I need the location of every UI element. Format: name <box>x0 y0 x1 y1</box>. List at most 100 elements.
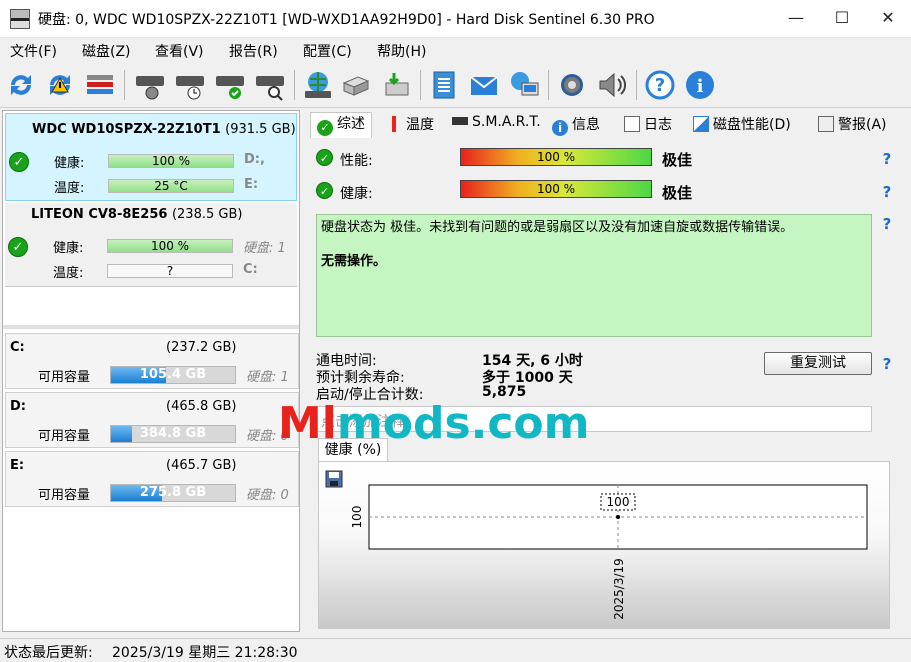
toolbar-separator <box>420 70 421 100</box>
ok-check-icon: ✓ <box>8 237 28 257</box>
tab-performance[interactable]: 磁盘性能(D) <box>693 114 791 136</box>
performance-bar: 100 % <box>460 148 652 166</box>
health-bar: 100 % <box>107 239 233 253</box>
menu-help[interactable]: 帮助(H) <box>377 41 426 61</box>
disk-search-icon[interactable] <box>254 69 286 101</box>
notepad-icon[interactable] <box>428 69 460 101</box>
disk-surface-icon[interactable] <box>134 69 166 101</box>
tab-log[interactable]: 日志 <box>624 114 672 136</box>
network-monitor-icon[interactable] <box>508 69 540 101</box>
partition-letter: C: <box>10 340 25 355</box>
partition-card[interactable]: D: (465.8 GB) 可用容量 384.8 GB 硬盘: 0 <box>5 392 299 448</box>
free-space-bar: 384.8 GB <box>110 425 236 443</box>
menu-config[interactable]: 配置(C) <box>303 41 352 61</box>
tab-label: 温度 <box>406 117 434 133</box>
performance-value: 100 % <box>536 150 576 164</box>
toolbar-separator <box>124 70 125 100</box>
tab-smart[interactable]: S.M.A.R.T. <box>452 114 541 136</box>
drive-down-icon[interactable] <box>380 69 412 101</box>
ok-check-icon: ✓ <box>316 182 333 199</box>
refresh-warning-icon[interactable] <box>44 69 76 101</box>
disk-index: 硬盘: 1 <box>243 241 286 256</box>
retest-button[interactable]: 重复测试 <box>764 352 872 375</box>
temperature-label: 温度: <box>53 266 84 281</box>
status-bar: 状态最后更新: 2025/3/19 星期三 21:28:30 <box>0 638 911 662</box>
toolbar-separator <box>294 70 295 100</box>
help-icon[interactable]: ? <box>878 150 896 168</box>
temperature-value: ? <box>166 264 174 278</box>
divider <box>3 325 299 329</box>
speaker-icon[interactable] <box>596 69 628 101</box>
toolbar: ? i <box>0 64 911 108</box>
info-icon: i <box>552 120 568 136</box>
temperature-bar: ? <box>107 264 233 278</box>
menu-report[interactable]: 报告(R) <box>229 41 278 61</box>
tab-label: 警报(A) <box>838 117 887 133</box>
health-value: 100 % <box>151 154 191 168</box>
tab-label: 磁盘性能(D) <box>713 117 791 133</box>
disk-icon <box>452 117 468 125</box>
menu-view[interactable]: 查看(V) <box>155 41 204 61</box>
svg-text:?: ? <box>655 75 665 96</box>
gear-icon[interactable] <box>556 69 588 101</box>
info-icon[interactable]: i <box>684 69 716 101</box>
temperature-value: 25 °C <box>154 179 188 193</box>
refresh-icon[interactable] <box>5 69 37 101</box>
health-bar: 100 % <box>108 154 234 168</box>
svg-text:i: i <box>697 76 704 97</box>
maximize-button[interactable]: ☐ <box>819 0 865 38</box>
partition-size: (465.7 GB) <box>166 458 237 473</box>
menu-disk[interactable]: 磁盘(Z) <box>82 41 131 61</box>
partition-size: (465.8 GB) <box>166 399 237 414</box>
health-label: 健康: <box>54 156 85 171</box>
disk-size: (931.5 GB) <box>225 122 296 137</box>
minimize-button[interactable]: — <box>773 0 819 38</box>
help-icon[interactable]: ? <box>644 69 676 101</box>
globe-disk-icon[interactable] <box>302 69 334 101</box>
disk-name: LITEON CV8-8E256 <box>31 207 168 222</box>
ok-check-icon: ✓ <box>316 149 333 166</box>
disk-card[interactable]: LITEON CV8-8E256 (238.5 GB) ✓ 健康: 100 % … <box>5 203 297 287</box>
watermark: Mlmods.com <box>278 398 590 449</box>
close-button[interactable]: ✕ <box>865 0 911 38</box>
tab-info[interactable]: i 信息 <box>552 114 600 136</box>
drive-letters: E: <box>244 177 259 192</box>
tab-label: 信息 <box>572 117 600 133</box>
network-drive-icon[interactable] <box>340 69 372 101</box>
help-icon[interactable]: ? <box>878 355 896 373</box>
partition-letter: E: <box>10 458 25 473</box>
toolbar-separator <box>636 70 637 100</box>
disk-clock-icon[interactable] <box>174 69 206 101</box>
status-description: 硬盘状态为 极佳。未找到有问题的或是弱扇区以及没有加速自旋或数据传输错误。 无需… <box>316 214 872 337</box>
health-bar: 100 % <box>460 180 652 198</box>
partition-card[interactable]: C: (237.2 GB) 可用容量 105.4 GB 硬盘: 1 <box>5 333 299 389</box>
free-space-value: 384.8 GB <box>139 426 207 441</box>
mail-icon[interactable] <box>468 69 500 101</box>
menu-file[interactable]: 文件(F) <box>10 41 57 61</box>
disk-list-icon[interactable] <box>84 69 116 101</box>
tab-temperature[interactable]: 温度 <box>386 114 434 136</box>
performance-rating: 极佳 <box>662 151 693 169</box>
health-rating: 极佳 <box>662 184 693 202</box>
menu-bar: 文件(F) 磁盘(Z) 查看(V) 报告(R) 配置(C) 帮助(H) <box>0 38 911 64</box>
tab-label: 日志 <box>644 117 672 133</box>
disk-check-icon[interactable] <box>214 69 246 101</box>
health-label: 健康: <box>340 186 373 202</box>
partition-disk: 硬盘: 0 <box>246 488 289 503</box>
tab-overview[interactable]: ✓ 综述 <box>310 112 372 138</box>
help-icon[interactable]: ? <box>878 215 896 233</box>
disk-title: LITEON CV8-8E256 (238.5 GB) <box>31 207 242 222</box>
app-disk-icon <box>10 9 30 29</box>
performance-label: 性能: <box>340 153 373 169</box>
disk-card[interactable]: WDC WD10SPZX-22Z10T1 (931.5 GB) ✓ 健康: 10… <box>5 113 297 201</box>
x-tick-label: 2025/3/19 <box>612 558 626 620</box>
tab-alerts[interactable]: 警报(A) <box>818 114 887 136</box>
free-space-value: 105.4 GB <box>139 367 207 382</box>
free-space-label: 可用容量 <box>38 429 91 444</box>
disk-title: WDC WD10SPZX-22Z10T1 (931.5 GB) <box>32 122 296 137</box>
y-tick-label: 100 <box>350 506 364 529</box>
health-value: 100 % <box>150 239 190 253</box>
help-icon[interactable]: ? <box>878 183 896 201</box>
partition-card[interactable]: E: (465.7 GB) 可用容量 275.8 GB 硬盘: 0 <box>5 451 299 507</box>
window-title: 硬盘: 0, WDC WD10SPZX-22Z10T1 [WD-WXD1AA92… <box>38 12 655 28</box>
